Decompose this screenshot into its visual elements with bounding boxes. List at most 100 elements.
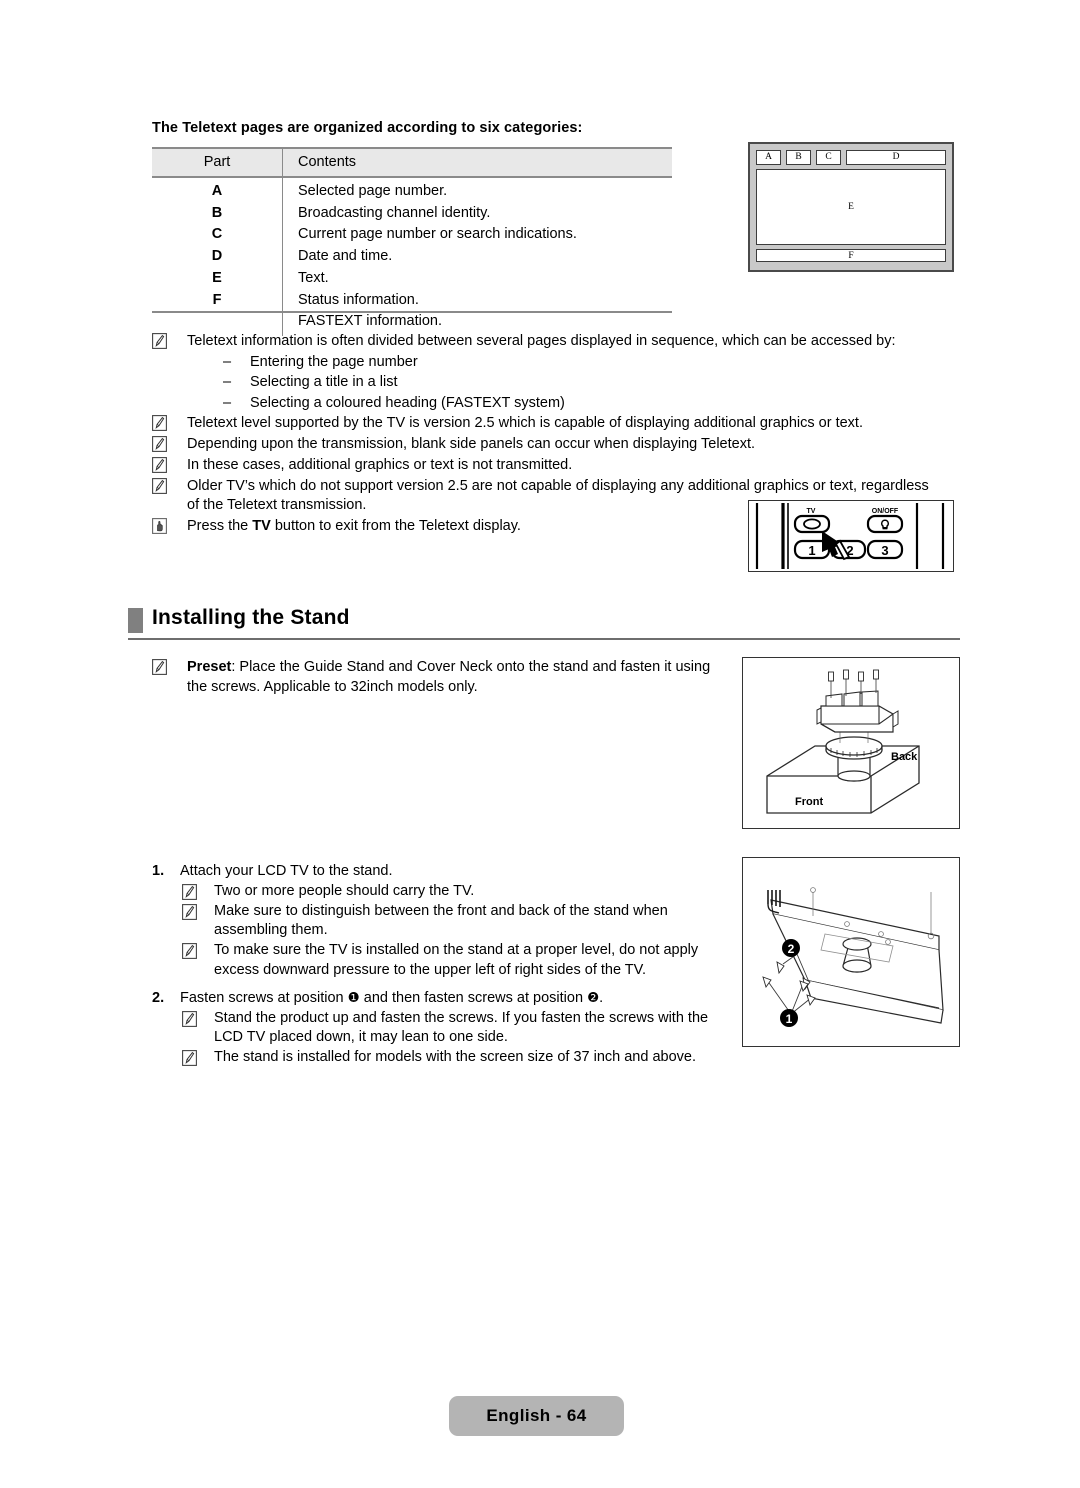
step-note-text: To make sure the TV is installed on the …: [214, 942, 699, 978]
remote-control-drawing: TV ON/OFF 1 2 3: [755, 503, 945, 569]
note-sub-text: Entering the page number: [250, 353, 418, 370]
dash-marker: –: [223, 353, 232, 370]
step-note-item: Two or more people should carry the TV.: [152, 882, 732, 902]
note-pencil-icon: [182, 1010, 197, 1027]
step-notes-list: Stand the product up and fasten the scre…: [152, 1009, 732, 1068]
footer-page-label: English - 64: [486, 1406, 587, 1425]
table-header: Part Contents: [152, 147, 672, 178]
preset-label: Preset: [187, 659, 232, 675]
cell-part: B: [152, 202, 283, 225]
column-header-contents: Contents: [282, 147, 672, 178]
cell-part: A: [152, 177, 283, 203]
note-sub-item: – Selecting a coloured heading (FASTEXT s…: [187, 393, 942, 414]
table-row: A Selected page number.: [152, 177, 672, 203]
cell-contents: Status information.: [298, 291, 419, 308]
stand-assembly-figure: Back Front: [742, 657, 960, 829]
svg-text:TV: TV: [807, 508, 816, 515]
teletext-region-e: E: [756, 169, 946, 245]
note-pencil-icon: [182, 1050, 197, 1067]
note-item: Teletext level supported by the TV is ve…: [152, 414, 942, 434]
screw-positions-drawing: 2 1: [762, 887, 944, 1027]
label-front: Front: [795, 796, 823, 808]
note-text: Depending upon the transmission, blank s…: [187, 436, 755, 453]
step-text-part2: and then fasten screws at position: [359, 989, 588, 1006]
press-note-prefix: Press the: [187, 518, 253, 535]
table-bottom-rule: [152, 311, 672, 313]
step-note-item: The stand is installed for models with t…: [152, 1048, 732, 1068]
position-marker-1: ❶: [347, 989, 360, 1006]
heading-accent-bar: [128, 608, 143, 633]
note-pencil-icon: [152, 456, 167, 473]
dash-marker: –: [223, 374, 232, 391]
step-item: 2. Fasten screws at position ❶ and then …: [152, 989, 732, 1009]
teletext-region-d: D: [846, 150, 946, 165]
stand-assembly-drawing: Back Front: [766, 669, 920, 814]
note-sub-text: Selecting a title in a list: [250, 374, 398, 391]
heading-rule: [128, 638, 960, 640]
table-row: D Date and time.: [152, 246, 672, 268]
svg-text:3: 3: [881, 543, 888, 558]
table-row: C Current page number or search indicati…: [152, 224, 672, 247]
step-note-text: The stand is installed for models with t…: [214, 1049, 696, 1066]
note-pencil-icon: [152, 415, 167, 432]
teletext-region-f: F: [756, 249, 946, 262]
cell-part: C: [152, 224, 283, 247]
note-pencil-icon: [152, 477, 167, 494]
teletext-region-a: A: [756, 150, 781, 165]
note-sub-item: – Selecting a title in a list: [187, 372, 942, 393]
remote-control-figure: TV ON/OFF 1 2 3: [748, 500, 954, 572]
step-notes-list: Two or more people should carry the TV. …: [152, 882, 732, 981]
installation-steps: 1. Attach your LCD TV to the stand. Two …: [152, 862, 732, 1068]
column-header-part: Part: [152, 147, 283, 178]
document-page: The Teletext pages are organized accordi…: [0, 0, 1080, 1488]
step-number: 2.: [152, 989, 165, 1006]
preset-text: : Place the Guide Stand and Cover Neck o…: [187, 659, 711, 695]
cell-contents: Current page number or search indication…: [298, 226, 577, 243]
note-pencil-icon: [182, 883, 197, 900]
cell-contents: Selected page number.: [298, 183, 448, 199]
step-spacer: [152, 981, 732, 989]
svg-text:1: 1: [786, 1012, 793, 1026]
position-marker-2: ❷: [587, 989, 600, 1006]
note-pencil-icon: [152, 659, 167, 675]
step-note-item: Stand the product up and fasten the scre…: [152, 1009, 732, 1049]
cell-part: D: [152, 246, 283, 268]
hand-press-icon: [152, 518, 167, 535]
screw-positions-figure: 2 1: [742, 857, 960, 1047]
step-text-part3: .: [599, 989, 604, 1006]
table-row: B Broadcasting channel identity.: [152, 202, 672, 225]
cell-contents: Text.: [298, 269, 329, 286]
preset-note: Preset: Place the Guide Stand and Cover …: [152, 657, 727, 697]
step-note-text: Make sure to distinguish between the fro…: [214, 902, 668, 939]
step-note-item: Make sure to distinguish between the fro…: [152, 902, 732, 942]
press-note-suffix: button to exit from the Teletext display…: [270, 518, 521, 535]
step-text: Attach your LCD TV to the stand.: [180, 863, 393, 879]
press-note-bold: TV: [252, 518, 271, 535]
note-pencil-icon: [152, 436, 167, 453]
note-text: Teletext information is often divided be…: [187, 333, 896, 349]
table-row: F Status information.: [152, 289, 672, 312]
step-note-text: Stand the product up and fasten the scre…: [214, 1009, 709, 1046]
table-header-row: Part Contents: [152, 147, 672, 178]
note-item: Teletext information is often divided be…: [152, 332, 942, 413]
step-note-text: Two or more people should carry the TV.: [214, 882, 475, 899]
cell-part: F: [152, 289, 283, 312]
note-pencil-icon: [182, 943, 197, 960]
cell-contents: Broadcasting channel identity.: [298, 204, 491, 221]
step-text-part1: Fasten screws at position: [180, 989, 348, 1006]
section-heading: Installing the Stand: [128, 606, 960, 642]
teletext-layout-figure: A B C D E F: [748, 142, 954, 272]
dash-marker: –: [223, 394, 232, 411]
note-sub-item: – Entering the page number: [187, 352, 942, 373]
step-number: 1.: [152, 863, 165, 879]
svg-text:1: 1: [808, 543, 815, 558]
note-pencil-icon: [152, 333, 167, 349]
step-item: 1. Attach your LCD TV to the stand.: [152, 862, 732, 882]
page-footer: English - 64: [449, 1396, 624, 1436]
note-text: Teletext level supported by the TV is ve…: [187, 415, 863, 432]
svg-text:ON/OFF: ON/OFF: [872, 508, 899, 515]
teletext-region-c: C: [816, 150, 841, 165]
page-title: Installing the Stand: [152, 606, 350, 629]
note-pencil-icon: [182, 903, 197, 920]
step-note-item: To make sure the TV is installed on the …: [152, 941, 732, 981]
